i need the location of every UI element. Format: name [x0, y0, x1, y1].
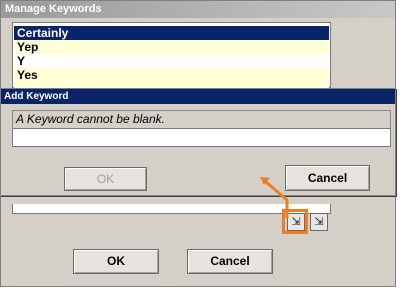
- add-keyword-title: Add Keyword: [1, 89, 395, 104]
- validation-message: A Keyword cannot be blank.: [12, 110, 391, 128]
- annotation-arrow-icon: [260, 177, 289, 218]
- manage-keywords-title: Manage Keywords: [1, 1, 395, 18]
- list-item[interactable]: Yep: [14, 40, 329, 54]
- add-keyword-ok-button[interactable]: OK: [64, 167, 147, 191]
- ok-button[interactable]: OK: [73, 249, 159, 274]
- list-item[interactable]: Y: [14, 54, 329, 68]
- remove-keyword-icon: ⇲: [314, 216, 324, 228]
- keyword-list[interactable]: Certainly Yep Y Yes: [12, 22, 331, 88]
- keyword-input[interactable]: [12, 128, 391, 147]
- remove-keyword-button[interactable]: ⇲: [310, 213, 328, 231]
- list-item[interactable]: Certainly: [14, 26, 329, 40]
- add-keyword-cancel-button[interactable]: Cancel: [285, 165, 370, 191]
- list-item[interactable]: Yes: [14, 68, 329, 82]
- add-keyword-dialog: Add Keyword A Keyword cannot be blank. O…: [0, 88, 396, 196]
- cancel-button[interactable]: Cancel: [187, 249, 273, 274]
